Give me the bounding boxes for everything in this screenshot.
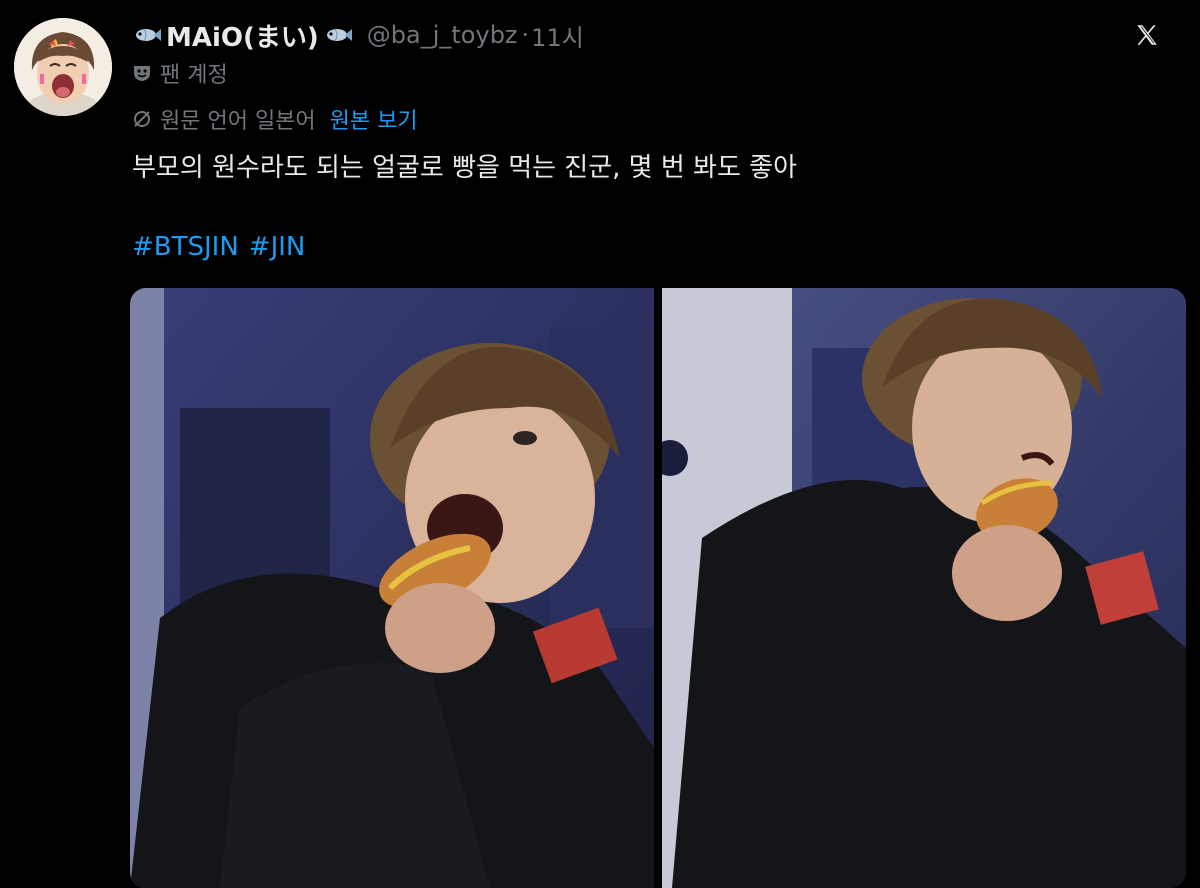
show-original-link[interactable]: 원본 보기 xyxy=(330,103,418,135)
tweet-text: 부모의 원수라도 되는 얼굴로 빵을 먹는 진군, 몇 번 봐도 좋아 xyxy=(132,153,797,183)
avatar[interactable] xyxy=(14,18,112,116)
original-language-status: 원문 언어 일본어 xyxy=(160,109,316,134)
photo-1-illustration xyxy=(130,288,654,888)
hashtag-link[interactable]: #JIN xyxy=(249,232,306,262)
theater-mask-icon xyxy=(134,66,150,81)
hashtag-link[interactable]: #BTSJIN xyxy=(132,232,239,262)
fish-emoji-icon xyxy=(136,28,161,42)
tweet-media xyxy=(130,288,1186,888)
media-photo-2[interactable] xyxy=(662,288,1186,888)
meta-separator: · xyxy=(521,21,530,49)
avatar-illustration xyxy=(14,18,112,116)
fish-emoji-icon xyxy=(326,28,352,42)
media-photo-1[interactable] xyxy=(130,288,654,888)
x-logo-icon[interactable] xyxy=(1132,18,1162,52)
fan-account-label: 팬 계정 xyxy=(132,58,228,88)
x-logo-glyph xyxy=(1137,25,1157,45)
hashtags: #BTSJIN #JIN xyxy=(132,232,305,262)
translation-row: 원문 언어 일본어 원본 보기 xyxy=(132,104,418,134)
author-display-name[interactable]: MAiO(まい) xyxy=(166,17,319,54)
media-divider xyxy=(654,288,662,888)
author-handle[interactable]: @ba_j_toybz xyxy=(367,21,518,49)
tweet-header: MAiO(まい) @ba_j_toybz · 11시 xyxy=(132,17,1180,54)
fan-account-text: 팬 계정 xyxy=(160,63,228,88)
translate-off-icon xyxy=(134,111,150,127)
tweet-timestamp[interactable]: 11시 xyxy=(531,18,584,53)
author-display-name-group[interactable]: MAiO(まい) xyxy=(132,17,353,54)
photo-2-illustration xyxy=(662,288,1186,888)
